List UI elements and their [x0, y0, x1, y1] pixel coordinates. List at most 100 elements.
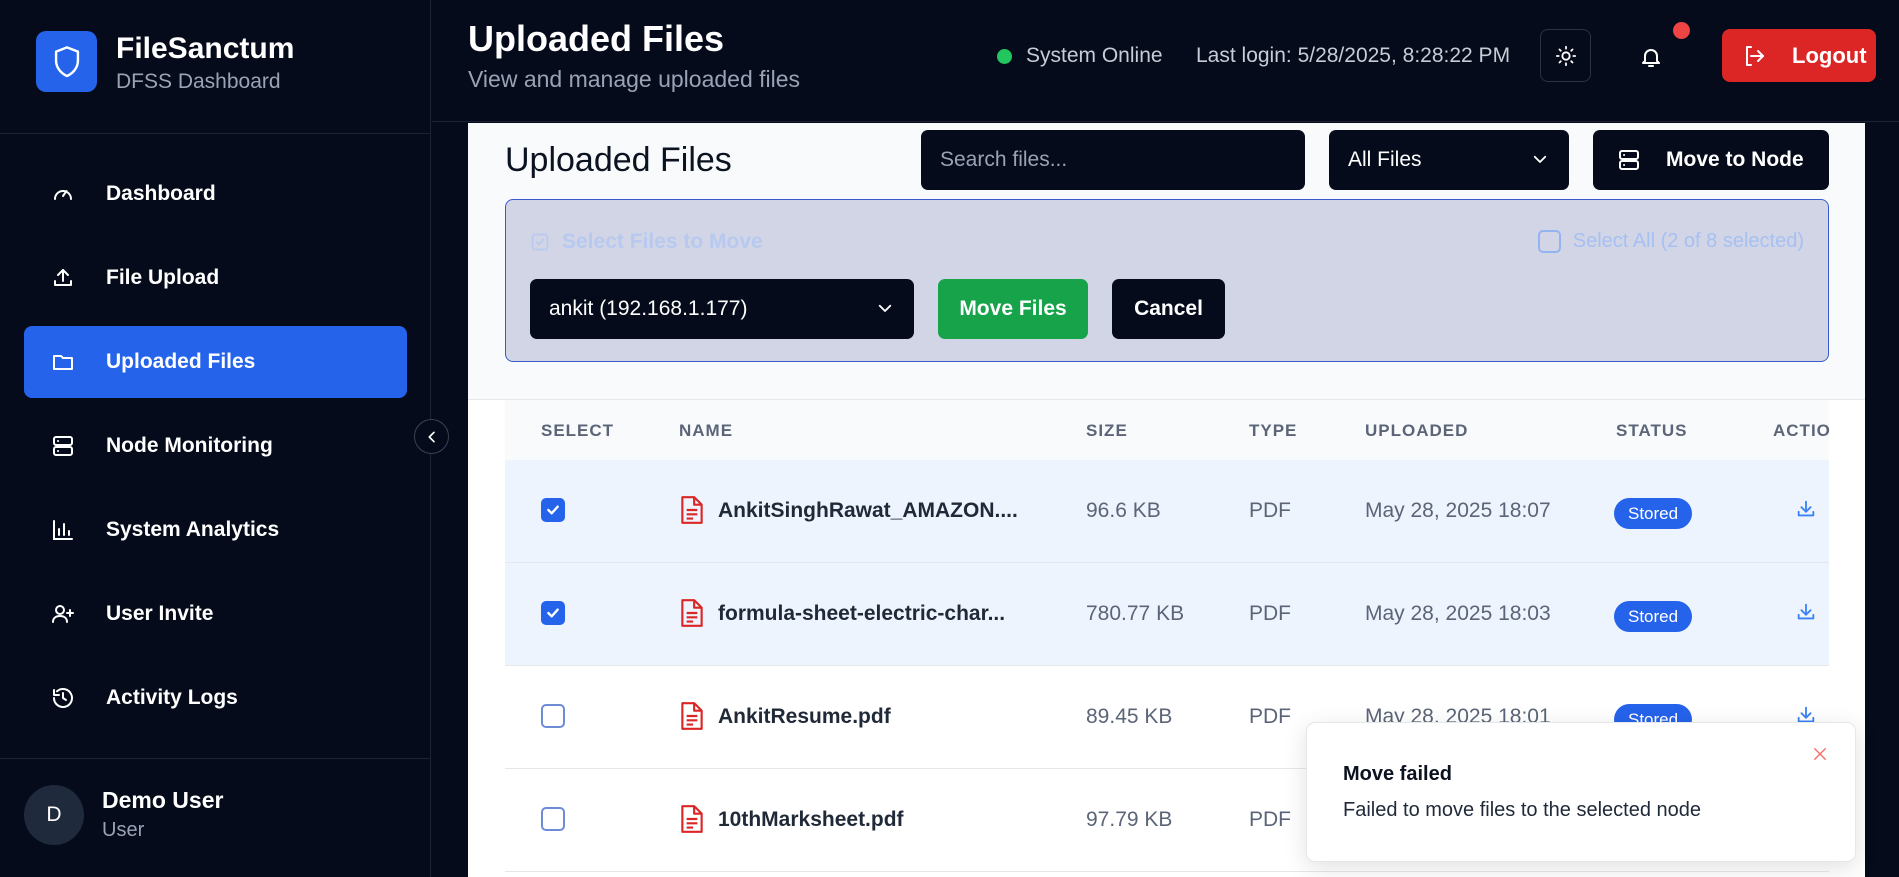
brand-name: FileSanctum [116, 32, 295, 65]
theme-toggle-button[interactable] [1540, 29, 1591, 82]
select-all-checkbox[interactable]: Select All (2 of 8 selected) [1537, 230, 1804, 253]
sidebar-item-node-monitoring[interactable]: Node Monitoring [24, 410, 407, 482]
header: Uploaded Files View and manage uploaded … [432, 0, 1899, 122]
move-panel-heading-label: Select Files to Move [562, 230, 763, 253]
check-icon [547, 608, 559, 618]
node-select-value: ankit (192.168.1.177) [549, 297, 748, 320]
file-name[interactable]: 10thMarksheet.pdf [718, 808, 904, 832]
notifications-button[interactable] [1628, 34, 1674, 80]
server-icon [1619, 150, 1639, 170]
row-checkbox[interactable] [541, 704, 565, 728]
sidebar-item-activity-logs[interactable]: Activity Logs [24, 662, 407, 734]
column-header-status[interactable]: STATUS [1616, 421, 1687, 441]
sidebar-item-dashboard[interactable]: Dashboard [24, 158, 407, 230]
select-all-label: Select All (2 of 8 selected) [1572, 230, 1804, 252]
logout-icon [1746, 45, 1764, 66]
table-row[interactable]: formula-sheet-electric-char... 780.77 KB… [505, 563, 1829, 666]
status-dot-icon [997, 48, 1012, 64]
file-pdf-icon [681, 599, 703, 627]
close-icon[interactable] [1811, 745, 1829, 763]
error-toast: Move failed Failed to move files to the … [1306, 722, 1856, 862]
check-icon [547, 505, 559, 515]
file-filter-select[interactable]: All Files [1329, 130, 1569, 190]
node-select[interactable]: ankit (192.168.1.177) [530, 279, 914, 339]
page-subtitle: View and manage uploaded files [468, 66, 801, 92]
logout-button[interactable]: Logout [1722, 29, 1876, 82]
check-square-icon [531, 233, 549, 251]
chevron-down-icon [878, 304, 892, 312]
sidebar-nav: Dashboard File Upload Uploaded Files Nod… [24, 158, 407, 746]
sidebar-item-system-analytics[interactable]: System Analytics [24, 494, 407, 566]
sidebar-item-uploaded-files[interactable]: Uploaded Files [24, 326, 407, 398]
user-profile[interactable]: D Demo User User [24, 785, 223, 845]
notification-badge [1673, 22, 1690, 39]
move-panel-heading: Select Files to Move [530, 230, 763, 254]
file-pdf-icon [681, 702, 703, 730]
sidebar-item-label: Dashboard [106, 182, 216, 205]
checkbox-icon [1537, 230, 1561, 253]
column-header-type[interactable]: TYPE [1249, 421, 1297, 441]
file-type: PDF [1249, 808, 1291, 831]
file-type: PDF [1249, 705, 1291, 728]
file-size: 96.6 KB [1086, 499, 1161, 522]
table-row[interactable]: AnkitSinghRawat_AMAZON.... 96.6 KB PDF M… [505, 460, 1829, 563]
column-header-name[interactable]: NAME [679, 421, 733, 441]
page-title: Uploaded Files [468, 18, 725, 59]
app-root: FileSanctum DFSS Dashboard Dashboard Fil… [0, 0, 1899, 877]
toast-message: Failed to move files to the selected nod… [1343, 799, 1701, 821]
sidebar-item-label: File Upload [106, 266, 220, 289]
sidebar: FileSanctum DFSS Dashboard Dashboard Fil… [0, 0, 431, 877]
brand[interactable]: FileSanctum DFSS Dashboard [36, 31, 294, 97]
sidebar-item-label: Activity Logs [106, 686, 238, 709]
sun-icon [1555, 45, 1576, 66]
download-icon[interactable] [1795, 601, 1817, 623]
chevron-down-icon [1533, 155, 1547, 163]
file-size: 97.79 KB [1086, 808, 1173, 831]
brand-subtitle: DFSS Dashboard [116, 70, 281, 93]
collapse-sidebar-button[interactable] [414, 419, 449, 454]
gauge-icon [48, 179, 78, 209]
divider [0, 758, 431, 759]
column-header-actions: ACTIO [1773, 421, 1831, 440]
file-name[interactable]: AnkitSinghRawat_AMAZON.... [718, 499, 1018, 523]
sidebar-item-label: Uploaded Files [106, 350, 256, 373]
move-to-node-button[interactable]: Move to Node [1593, 130, 1829, 190]
system-status: System Online [997, 44, 1163, 68]
sidebar-item-label: Node Monitoring [106, 434, 273, 457]
divider [0, 133, 431, 134]
sidebar-item-user-invite[interactable]: User Invite [24, 578, 407, 650]
row-checkbox[interactable] [541, 601, 565, 625]
file-filter-value: All Files [1348, 148, 1422, 171]
table-header: SELECT NAME SIZE TYPE UPLOADED STATUS AC… [505, 400, 1831, 460]
user-name: Demo User [102, 787, 224, 813]
file-pdf-icon [681, 496, 703, 524]
file-type: PDF [1249, 602, 1291, 625]
file-uploaded: May 28, 2025 18:07 [1365, 499, 1551, 522]
column-header-uploaded[interactable]: UPLOADED [1365, 421, 1468, 441]
column-header-size[interactable]: SIZE [1086, 421, 1128, 441]
user-role: User [102, 819, 145, 841]
bell-icon [1642, 49, 1660, 67]
download-icon[interactable] [1795, 498, 1817, 520]
file-name[interactable]: AnkitResume.pdf [718, 705, 891, 729]
file-type: PDF [1249, 499, 1291, 522]
row-checkbox[interactable] [541, 807, 565, 831]
sidebar-item-label: System Analytics [106, 518, 280, 541]
logout-label: Logout [1792, 42, 1867, 68]
sidebar-item-file-upload[interactable]: File Upload [24, 242, 407, 314]
file-uploaded: May 28, 2025 18:03 [1365, 602, 1551, 625]
status-badge: Stored [1614, 601, 1693, 632]
cancel-button[interactable]: Cancel [1112, 279, 1225, 339]
move-files-button[interactable]: Move Files [938, 279, 1088, 339]
upload-icon [48, 263, 78, 293]
bar-chart-icon [48, 515, 78, 545]
file-pdf-icon [681, 805, 703, 833]
move-to-node-label: Move to Node [1666, 148, 1804, 171]
shield-icon [36, 31, 97, 92]
row-checkbox[interactable] [541, 498, 565, 522]
file-name[interactable]: formula-sheet-electric-char... [718, 602, 1005, 626]
status-badge: Stored [1614, 498, 1693, 529]
server-icon [48, 431, 78, 461]
chevron-left-icon [428, 431, 435, 442]
search-input[interactable] [921, 130, 1305, 190]
